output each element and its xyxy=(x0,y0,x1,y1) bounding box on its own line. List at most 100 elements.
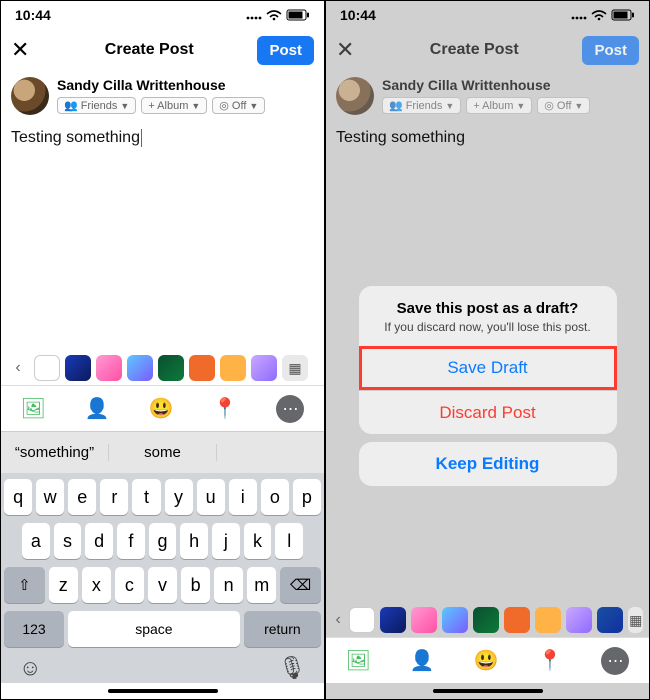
bg-swatch-7[interactable] xyxy=(251,355,277,381)
tag-people-icon[interactable]: 👤 xyxy=(85,396,110,421)
audience-pill[interactable]: 👥 Friends ▼ xyxy=(57,97,136,114)
key-x[interactable]: x xyxy=(82,567,111,603)
background-strip: ‹ ▦ xyxy=(1,351,324,385)
keyboard-suggestions: “something” some xyxy=(1,431,324,473)
bg-swatch-5[interactable] xyxy=(189,355,215,381)
home-indicator[interactable] xyxy=(1,683,324,699)
key-u[interactable]: u xyxy=(197,479,225,515)
post-button[interactable]: Post xyxy=(257,36,314,65)
chevron-left-icon[interactable]: ‹ xyxy=(7,359,29,377)
keyboard: qwertyuiop asdfghjkl ⇧ zxcvbnm⌫ 123 spac… xyxy=(1,473,324,651)
key-e[interactable]: e xyxy=(68,479,96,515)
key-g[interactable]: g xyxy=(149,523,177,559)
key-s[interactable]: s xyxy=(54,523,82,559)
audience-pill[interactable]: 👥 Friends ▼ xyxy=(382,97,461,114)
bg-swatch-6[interactable] xyxy=(535,607,561,633)
bg-swatch-4[interactable] xyxy=(473,607,499,633)
more-icon[interactable]: ⋯ xyxy=(601,647,629,675)
instagram-pill[interactable]: ◎ Off ▼ xyxy=(537,97,590,114)
emoji-keyboard-icon[interactable]: ☺ xyxy=(19,655,41,681)
bg-swatch-8[interactable] xyxy=(597,607,623,633)
key-f[interactable]: f xyxy=(117,523,145,559)
key-q[interactable]: q xyxy=(4,479,32,515)
key-p[interactable]: p xyxy=(293,479,321,515)
home-indicator[interactable] xyxy=(326,683,649,699)
bg-grid-icon[interactable]: ▦ xyxy=(282,355,308,381)
key-o[interactable]: o xyxy=(261,479,289,515)
page-title: Create Post xyxy=(430,41,519,59)
keep-editing-button[interactable]: Keep Editing xyxy=(359,442,617,486)
bg-swatch-1[interactable] xyxy=(380,607,406,633)
nav-header: ✕ Create Post Post xyxy=(326,29,649,71)
attach-bar: 🖼 👤 😃 📍 ⋯ xyxy=(326,637,649,683)
battery-icon xyxy=(611,9,635,21)
key-h[interactable]: h xyxy=(180,523,208,559)
save-draft-button[interactable]: Save Draft xyxy=(359,346,617,390)
instagram-pill[interactable]: ◎ Off ▼ xyxy=(212,97,265,114)
post-text-editor[interactable]: Testing something xyxy=(1,123,324,163)
bg-swatch-5[interactable] xyxy=(504,607,530,633)
key-c[interactable]: c xyxy=(115,567,144,603)
more-icon[interactable]: ⋯ xyxy=(276,395,304,423)
bg-swatch-3[interactable] xyxy=(442,607,468,633)
feeling-icon[interactable]: 😃 xyxy=(474,648,499,673)
key-r[interactable]: r xyxy=(100,479,128,515)
bg-swatch-2[interactable] xyxy=(411,607,437,633)
backspace-key[interactable]: ⌫ xyxy=(280,567,321,603)
album-pill[interactable]: + Album ▼ xyxy=(466,97,532,114)
status-time: 10:44 xyxy=(15,7,51,23)
tag-people-icon[interactable]: 👤 xyxy=(410,648,435,673)
close-icon[interactable]: ✕ xyxy=(11,37,41,63)
photo-icon[interactable]: 🖼 xyxy=(20,396,45,421)
album-pill[interactable]: + Album ▼ xyxy=(141,97,207,114)
key-v[interactable]: v xyxy=(148,567,177,603)
signal-icon xyxy=(246,10,262,20)
location-icon[interactable]: 📍 xyxy=(213,396,238,421)
status-time: 10:44 xyxy=(340,7,376,23)
post-button[interactable]: Post xyxy=(582,36,639,65)
discard-post-button[interactable]: Discard Post xyxy=(359,390,617,434)
close-icon[interactable]: ✕ xyxy=(336,37,366,63)
return-key[interactable]: return xyxy=(244,611,321,647)
key-z[interactable]: z xyxy=(49,567,78,603)
avatar[interactable] xyxy=(336,77,374,115)
user-name: Sandy Cilla Writtenhouse xyxy=(57,77,265,93)
key-d[interactable]: d xyxy=(85,523,113,559)
bg-swatch-plain[interactable] xyxy=(349,607,375,633)
bg-swatch-6[interactable] xyxy=(220,355,246,381)
key-k[interactable]: k xyxy=(244,523,272,559)
key-y[interactable]: y xyxy=(165,479,193,515)
status-icons xyxy=(571,9,635,21)
avatar[interactable] xyxy=(11,77,49,115)
key-m[interactable]: m xyxy=(247,567,276,603)
key-j[interactable]: j xyxy=(212,523,240,559)
bg-swatch-1[interactable] xyxy=(65,355,91,381)
feeling-icon[interactable]: 😃 xyxy=(149,396,174,421)
bg-swatch-4[interactable] xyxy=(158,355,184,381)
keyboard-footer: ☺ 🎙 xyxy=(1,651,324,683)
background-strip: ‹ ▦ xyxy=(326,603,649,637)
key-n[interactable]: n xyxy=(214,567,243,603)
numbers-key[interactable]: 123 xyxy=(4,611,64,647)
shift-key[interactable]: ⇧ xyxy=(4,567,45,603)
dictation-icon[interactable]: 🎙 xyxy=(278,655,306,681)
key-t[interactable]: t xyxy=(132,479,160,515)
bg-swatch-2[interactable] xyxy=(96,355,122,381)
location-icon[interactable]: 📍 xyxy=(538,648,563,673)
suggestion-1[interactable]: “something” xyxy=(1,444,109,461)
bg-grid-icon[interactable]: ▦ xyxy=(628,607,643,633)
bg-swatch-7[interactable] xyxy=(566,607,592,633)
chevron-left-icon[interactable]: ‹ xyxy=(332,611,344,629)
key-i[interactable]: i xyxy=(229,479,257,515)
nav-header: ✕ Create Post Post xyxy=(1,29,324,71)
key-b[interactable]: b xyxy=(181,567,210,603)
key-l[interactable]: l xyxy=(275,523,303,559)
bg-swatch-3[interactable] xyxy=(127,355,153,381)
key-a[interactable]: a xyxy=(22,523,50,559)
key-w[interactable]: w xyxy=(36,479,64,515)
space-key[interactable]: space xyxy=(68,611,240,647)
post-text-editor[interactable]: Testing something xyxy=(326,123,649,163)
photo-icon[interactable]: 🖼 xyxy=(345,648,370,673)
suggestion-2[interactable]: some xyxy=(109,444,217,461)
bg-swatch-plain[interactable] xyxy=(34,355,60,381)
